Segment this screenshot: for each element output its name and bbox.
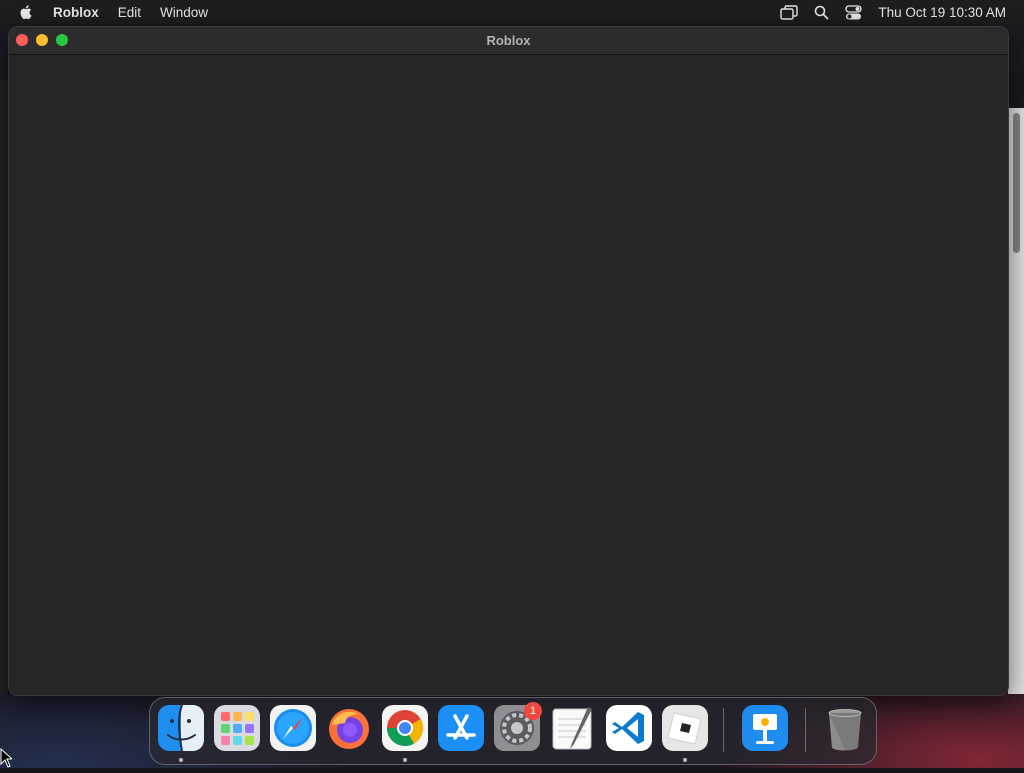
spotlight-search-icon[interactable] (814, 5, 829, 20)
menu-bar-clock[interactable]: Thu Oct 19 10:30 AM (878, 5, 1006, 20)
app-store-icon[interactable] (438, 705, 484, 751)
control-center-icon[interactable] (845, 4, 863, 20)
menu-edit[interactable]: Edit (118, 5, 141, 20)
dock-separator (723, 708, 724, 752)
apple-menu-icon[interactable] (19, 4, 35, 20)
mouse-cursor-icon (0, 747, 14, 773)
textedit-icon[interactable] (550, 705, 596, 751)
menu-window[interactable]: Window (160, 5, 208, 20)
running-indicator-chrome (403, 758, 407, 762)
vscode-icon[interactable] (606, 705, 652, 751)
window-title-bar[interactable]: Roblox (9, 27, 1008, 55)
window-content-area[interactable] (9, 55, 1008, 695)
finder-icon[interactable] (158, 705, 204, 751)
system-settings-icon[interactable]: 1 (494, 702, 542, 751)
window-title: Roblox (486, 33, 531, 48)
screen-mirroring-icon[interactable] (780, 4, 799, 20)
dock: 1 (149, 697, 877, 765)
safari-icon[interactable] (270, 705, 316, 751)
firefox-icon[interactable] (326, 705, 372, 751)
notification-badge: 1 (524, 702, 542, 720)
trash-icon[interactable] (822, 705, 868, 751)
roblox-icon[interactable] (662, 705, 708, 751)
menu-app-name[interactable]: Roblox (53, 5, 99, 20)
chrome-icon[interactable] (382, 705, 428, 751)
dock-separator-trash (805, 708, 806, 752)
running-indicator-roblox (683, 758, 687, 762)
keynote-icon[interactable] (742, 705, 788, 751)
running-indicator-finder (179, 758, 183, 762)
launchpad-icon[interactable] (214, 705, 260, 751)
menu-bar: Roblox Edit Window Thu Oct 19 10:30 AM (0, 0, 1024, 24)
scrollbar-thumb[interactable] (1013, 113, 1020, 253)
roblox-window: Roblox (8, 26, 1009, 696)
